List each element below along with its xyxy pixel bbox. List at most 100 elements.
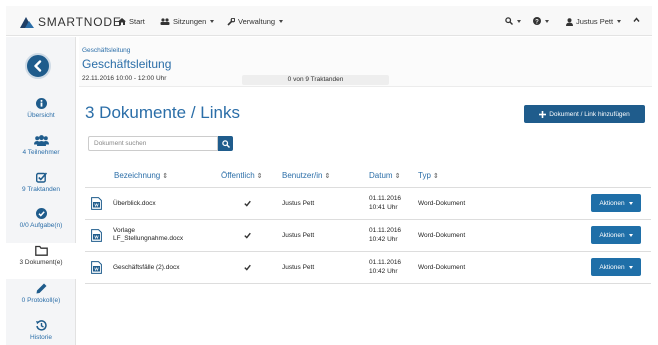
- column-header-label: Öffentlich: [221, 171, 255, 180]
- sidebar-item-protokolle[interactable]: 0 Protokoll(e): [6, 281, 76, 317]
- sidebar-item-label: 4 Teilnehmer: [22, 149, 60, 156]
- document-search-input[interactable]: [88, 136, 218, 151]
- sidebar-item-label: Übersicht: [27, 112, 55, 119]
- chevron-down-icon: [517, 19, 521, 23]
- document-time: 10:42 Uhr: [369, 236, 398, 243]
- check-circle-icon: [35, 207, 47, 219]
- checkbox-checked-icon: [244, 232, 251, 239]
- brand-name: SMARTNODE: [38, 15, 122, 29]
- sidebar-item-label: 3 Dokument(e): [19, 259, 63, 266]
- sort-icon: ⇕: [432, 172, 439, 180]
- user-icon: [566, 17, 573, 26]
- actions-label: Aktionen: [599, 199, 625, 207]
- search-icon: [505, 17, 513, 25]
- folder-icon: [34, 245, 48, 256]
- page-title: 3 Dokumente / Links: [85, 103, 240, 122]
- nav-user[interactable]: Justus Pett: [566, 17, 622, 26]
- actions-button[interactable]: Aktionen: [591, 226, 641, 244]
- document-type: Word-Dokument: [418, 264, 466, 271]
- sort-icon: ⇕: [394, 172, 401, 180]
- column-header-label: Datum: [369, 171, 393, 180]
- column-header-name[interactable]: Bezeichnung ⇕: [114, 171, 168, 180]
- brand[interactable]: SMARTNODE: [20, 15, 122, 29]
- history-icon: [35, 319, 47, 331]
- sidebar-item-uebersicht[interactable]: Übersicht: [6, 96, 76, 132]
- group-icon: [160, 18, 170, 25]
- table-row: W Geschäftsfälle (2).docx Justus Pett 01…: [85, 252, 651, 283]
- pencil-icon: [36, 283, 46, 293]
- chevron-down-icon: [545, 19, 549, 23]
- chevron-up-icon: [633, 17, 640, 22]
- svg-text:?: ?: [535, 19, 539, 25]
- nav-help[interactable]: ?: [533, 17, 549, 25]
- breadcrumb[interactable]: Geschäftsleitung: [82, 47, 130, 54]
- users-icon: [33, 134, 49, 146]
- table-row: W Überblick.docx Justus Pett 01.11.2016 …: [85, 188, 651, 219]
- column-header-type[interactable]: Typ ⇕: [418, 171, 439, 180]
- actions-button[interactable]: Aktionen: [591, 194, 641, 212]
- nav-verwaltung-label: Verwaltung: [238, 17, 276, 26]
- search-icon: [221, 139, 230, 148]
- nav-collapse[interactable]: [633, 17, 640, 22]
- sidebar-item-label: 0/0 Aufgabe(n): [19, 222, 63, 229]
- top-navbar: SMARTNODE Start Sitzungen Verwaltung ? J…: [6, 6, 652, 36]
- document-time: 10:42 Uhr: [369, 268, 398, 275]
- add-document-button[interactable]: Dokument / Link hinzufügen: [524, 105, 645, 123]
- plus-icon: [539, 110, 547, 118]
- traktanden-progress-bar: 0 von 9 Traktanden: [242, 75, 389, 85]
- checkbox-icon: [35, 171, 47, 183]
- search-button[interactable]: [218, 136, 233, 151]
- actions-label: Aktionen: [599, 231, 625, 239]
- chevron-down-icon: [628, 201, 633, 205]
- column-header-label: Benutzer/in: [282, 171, 323, 180]
- document-name[interactable]: Vorlage LF_Stellungnahme.docx: [113, 227, 198, 243]
- document-date: 01.11.2016: [369, 259, 402, 266]
- document-user: Justus Pett: [282, 232, 315, 239]
- document-type: Word-Dokument: [418, 232, 466, 239]
- sidebar-item-traktanden[interactable]: 9 Traktanden: [6, 170, 76, 206]
- table-row: W Vorlage LF_Stellungnahme.docx Justus P…: [85, 220, 651, 251]
- column-header-user[interactable]: Benutzer/in ⇕: [282, 171, 330, 180]
- home-icon: [118, 18, 126, 25]
- add-document-label: Dokument / Link hinzufügen: [549, 110, 630, 118]
- column-header-label: Typ: [418, 171, 431, 180]
- document-name[interactable]: Überblick.docx: [113, 200, 156, 208]
- nav-sitzungen-label: Sitzungen: [173, 17, 207, 26]
- sidebar-item-teilnehmer[interactable]: 4 Teilnehmer: [6, 133, 76, 169]
- question-icon: ?: [533, 17, 541, 25]
- actions-label: Aktionen: [599, 263, 625, 271]
- actions-button[interactable]: Aktionen: [591, 258, 641, 276]
- document-time: 10:41 Uhr: [369, 204, 398, 211]
- nav-start[interactable]: Start: [118, 17, 145, 26]
- document-type: Word-Dokument: [418, 200, 466, 207]
- column-header-public[interactable]: Öffentlich ⇕: [221, 171, 263, 180]
- chevron-down-icon: [617, 20, 622, 23]
- table-divider: [85, 283, 651, 284]
- nav-start-label: Start: [129, 17, 145, 26]
- sidebar-item-dokumente[interactable]: 3 Dokument(e): [6, 243, 77, 279]
- nav-user-label: Justus Pett: [576, 17, 614, 26]
- sidebar-item-label: 0 Protokoll(e): [21, 297, 61, 304]
- document-date: 01.11.2016: [369, 195, 402, 202]
- column-header-label: Bezeichnung: [114, 171, 161, 180]
- sidebar-item-aufgaben[interactable]: 0/0 Aufgabe(n): [6, 206, 76, 242]
- nav-sitzungen[interactable]: Sitzungen: [160, 17, 215, 26]
- word-document-icon[interactable]: W: [91, 197, 102, 210]
- back-button[interactable]: [25, 53, 51, 79]
- sidebar-item-label: 9 Traktanden: [22, 186, 60, 193]
- sidebar-item-historie[interactable]: Historie: [6, 318, 76, 345]
- word-document-icon[interactable]: W: [91, 261, 102, 274]
- nav-search[interactable]: [505, 17, 521, 25]
- document-user: Justus Pett: [282, 264, 315, 271]
- sidebar: Übersicht 4 Teilnehmer 9 Traktanden 0/0 …: [6, 37, 77, 345]
- column-header-date[interactable]: Datum ⇕: [369, 171, 400, 180]
- sort-icon: ⇕: [256, 172, 263, 180]
- progress-text: 0 von 9 Traktanden: [287, 76, 344, 83]
- meeting-title: Geschäftsleitung: [82, 57, 172, 71]
- meeting-header: Geschäftsleitung Geschäftsleitung 22.11.…: [79, 37, 652, 87]
- document-name[interactable]: Geschäftsfälle (2).docx: [113, 264, 179, 272]
- checkbox-checked-icon: [244, 200, 251, 207]
- word-document-icon[interactable]: W: [91, 229, 102, 242]
- nav-verwaltung[interactable]: Verwaltung: [227, 17, 284, 26]
- info-icon: [35, 97, 47, 109]
